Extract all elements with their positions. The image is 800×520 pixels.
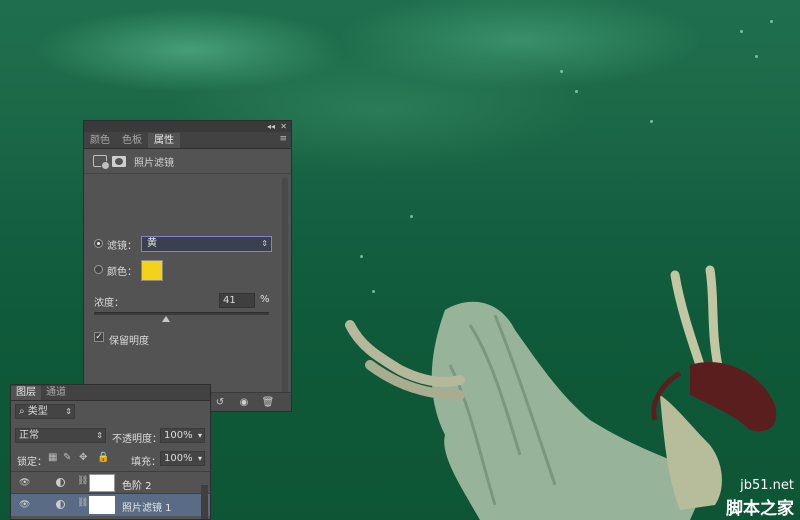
visibility-eye-icon[interactable]: 👁 bbox=[19, 500, 30, 510]
filter-select[interactable]: 黄 ⇕ bbox=[141, 236, 272, 252]
panel-title: 照片滤镜 bbox=[134, 157, 174, 169]
bubble bbox=[410, 215, 413, 218]
color-radio[interactable] bbox=[94, 265, 103, 274]
lock-all-icon[interactable]: 🔒 bbox=[97, 452, 109, 463]
filter-select-value: 黄 bbox=[147, 238, 157, 249]
bubble bbox=[740, 30, 743, 33]
layer-name[interactable]: 照片滤镜 1 bbox=[122, 499, 172, 514]
properties-scrollbar[interactable] bbox=[282, 178, 288, 398]
bubble bbox=[560, 70, 563, 73]
dropdown-arrow-icon: ▾ bbox=[197, 454, 202, 463]
tab-layers[interactable]: 图层 bbox=[11, 386, 41, 400]
layer-row[interactable]: 👁 ⛓ 照片滤镜 1 bbox=[11, 493, 210, 516]
color-label: 颜色： bbox=[107, 267, 137, 278]
site-watermark: jb51.net 脚本之家 bbox=[660, 468, 800, 520]
reset-adjustment-icon[interactable]: ↺ bbox=[213, 397, 227, 408]
density-label: 浓度： bbox=[94, 298, 124, 309]
preserve-luminosity-checkbox[interactable]: ✓ bbox=[94, 332, 104, 342]
lock-pixels-icon[interactable]: ✎ bbox=[63, 452, 71, 463]
opacity-value: 100% bbox=[164, 430, 193, 441]
filter-radio[interactable] bbox=[94, 239, 103, 248]
layer-filter-select[interactable]: ⌕ 类型 ⇕ bbox=[15, 404, 75, 419]
tab-channels[interactable]: 通道 bbox=[41, 386, 71, 400]
collapse-panel-icon[interactable]: ◂◂ bbox=[267, 121, 275, 132]
density-slider-thumb[interactable] bbox=[161, 316, 170, 322]
opacity-label: 不透明度： bbox=[112, 434, 162, 445]
density-input[interactable]: 41 bbox=[219, 293, 255, 308]
bubble bbox=[650, 120, 653, 123]
select-arrows-icon: ⇕ bbox=[65, 407, 72, 416]
bubble bbox=[755, 55, 758, 58]
color-swatch[interactable] bbox=[141, 260, 163, 281]
layer-mask-icon[interactable] bbox=[112, 155, 126, 167]
layer-mask-thumbnail[interactable] bbox=[89, 474, 115, 492]
layer-filter-value: 类型 bbox=[27, 406, 48, 417]
layer-name[interactable]: 色阶 2 bbox=[122, 477, 152, 492]
density-unit: % bbox=[260, 294, 270, 305]
dropdown-arrow-icon: ▾ bbox=[197, 431, 202, 440]
lock-label: 锁定： bbox=[17, 457, 47, 468]
search-icon: ⌕ bbox=[19, 406, 25, 417]
properties-tab-bar: 颜色 色板 属性 ≡ bbox=[84, 132, 291, 149]
watermark-url: jb51.net bbox=[740, 478, 794, 493]
toggle-visibility-icon[interactable]: ◉ bbox=[237, 397, 251, 408]
blend-mode-select[interactable]: 正常 ⇕ bbox=[15, 428, 106, 443]
layer-mask-thumbnail[interactable] bbox=[89, 496, 115, 514]
lock-position-icon[interactable]: ✥ bbox=[79, 452, 87, 463]
fill-input[interactable]: 100% ▾ bbox=[160, 451, 205, 466]
bubble bbox=[575, 90, 578, 93]
select-arrows-icon: ⇕ bbox=[96, 431, 103, 440]
link-chain-icon: ⛓ bbox=[77, 498, 89, 508]
properties-panel: ◂◂ ✕ 颜色 色板 属性 ≡ 照片滤镜 滤镜： 黄 ⇕ 颜色： 浓度： 41 … bbox=[83, 120, 292, 412]
visibility-eye-icon[interactable]: 👁 bbox=[19, 478, 30, 488]
opacity-input[interactable]: 100% ▾ bbox=[160, 428, 205, 443]
fill-label: 填充： bbox=[131, 457, 161, 468]
properties-header: 照片滤镜 bbox=[84, 149, 291, 174]
select-arrows-icon: ⇕ bbox=[261, 239, 268, 248]
blend-mode-value: 正常 bbox=[19, 430, 39, 441]
panel-menu-icon[interactable]: ≡ bbox=[279, 134, 287, 144]
panel-titlebar[interactable]: ◂◂ ✕ bbox=[84, 121, 291, 132]
tab-properties[interactable]: 属性 bbox=[148, 133, 180, 148]
fill-value: 100% bbox=[164, 453, 193, 464]
layers-tab-bar: 图层 通道 bbox=[11, 385, 210, 401]
preserve-luminosity-label: 保留明度 bbox=[109, 336, 149, 347]
density-slider-track[interactable] bbox=[94, 312, 269, 315]
bubble bbox=[770, 20, 773, 23]
layers-scrollbar[interactable] bbox=[201, 485, 208, 519]
link-chain-icon: ⛓ bbox=[77, 476, 89, 486]
properties-body: 滤镜： 黄 ⇕ 颜色： 浓度： 41 % ✓ 保留明度 bbox=[84, 174, 291, 399]
tab-color[interactable]: 颜色 bbox=[84, 133, 116, 148]
tab-swatches[interactable]: 色板 bbox=[116, 133, 148, 148]
photo-filter-adjustment-icon bbox=[56, 500, 65, 509]
lock-transparent-icon[interactable]: ▦ bbox=[48, 452, 57, 463]
layer-row[interactable]: 👁 ⛓ 色阶 2 bbox=[11, 471, 210, 494]
photo-filter-adjustment-icon[interactable] bbox=[93, 155, 110, 170]
delete-adjustment-icon[interactable]: 🗑 bbox=[261, 397, 275, 408]
watermark-brand: 脚本之家 bbox=[726, 499, 794, 519]
layers-panel: 图层 通道 ⌕ 类型 ⇕ 正常 ⇕ 不透明度： 100% ▾ 锁定： ▦ ✎ ✥… bbox=[10, 384, 211, 520]
levels-adjustment-icon bbox=[56, 478, 65, 487]
filter-label: 滤镜： bbox=[107, 241, 137, 252]
close-panel-icon[interactable]: ✕ bbox=[280, 121, 287, 132]
